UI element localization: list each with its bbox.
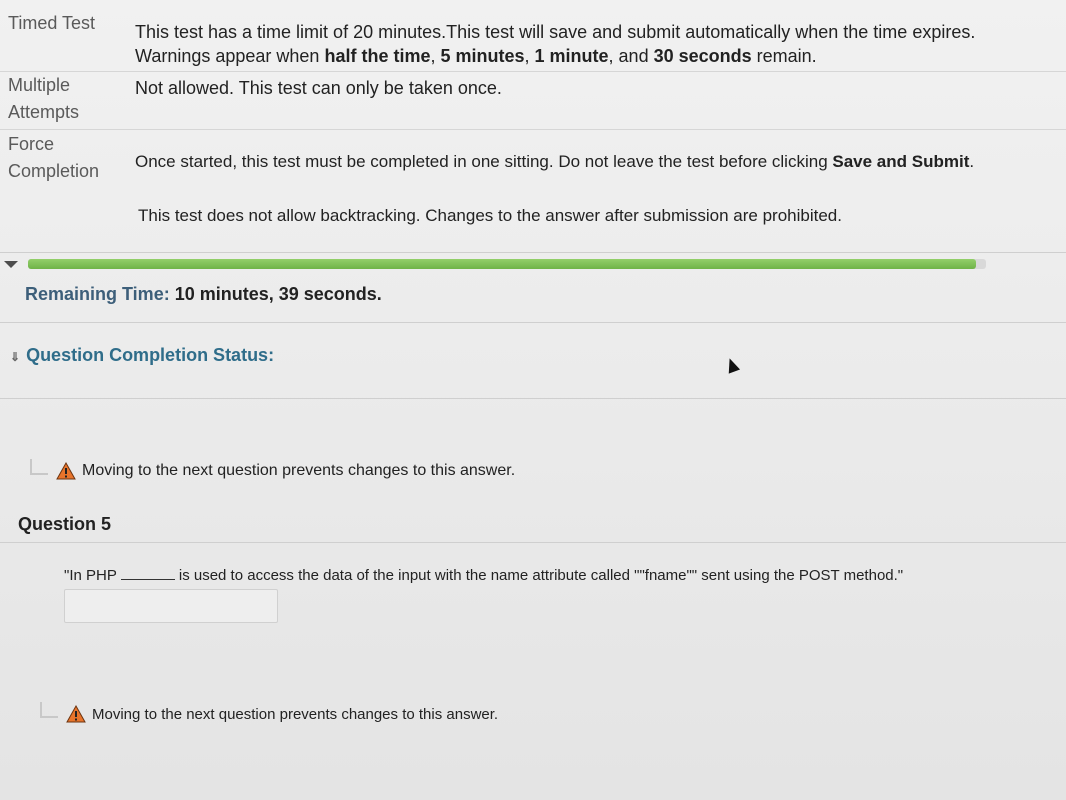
warning-triangle-icon [56,462,76,480]
force-completion-value: Once started, this test must be complete… [135,150,1055,174]
sep-3: , and [608,46,654,66]
caret-down-icon[interactable] [4,261,18,268]
arrow-hook-icon [40,702,58,718]
warning-text: Moving to the next question prevents cha… [92,705,499,723]
question-text-end: is used to access the data of the input … [178,567,904,584]
test-page: Timed Test This test has a time limit of… [0,0,1066,800]
multiple-attempts-value: Not allowed. This test can only be taken… [135,78,502,98]
info-row-multiple-attempts: Multiple Attempts Not allowed. This test… [0,72,1066,130]
question-text-start: "In PHP [64,567,117,584]
double-chevron-icon: ⇓ [10,350,21,364]
warning-triangle-icon [66,705,86,723]
warn-half-time: half the time [324,46,431,66]
arrow-hook-icon [30,459,48,475]
force-completion-label-line1: Force [8,134,55,154]
save-and-submit-ref: Save and Submit [832,152,970,171]
remaining-time-label: Remaining Time: [25,284,170,304]
question-text: "In PHP is used to access the data of the… [64,567,903,584]
fill-in-blank [120,579,175,580]
force-completion-text: Once started, this test must be complete… [135,152,833,171]
multiple-attempts-label-line1: Multiple [8,75,71,95]
warn-30-seconds: 30 seconds [653,46,752,66]
warnings-text: Warnings appear when [135,46,325,66]
sep-1: , [430,46,441,66]
warn-5-minutes: 5 minutes [440,46,525,66]
multiple-attempts-label-line2: Attempts [8,102,80,122]
divider [0,398,1066,399]
warnings-end: remain. [751,46,817,66]
warning-message-top: Moving to the next question prevents cha… [30,459,516,480]
backtracking-value: This test does not allow backtracking. C… [138,206,842,225]
divider [0,322,1066,323]
force-completion-label-line2: Completion [8,161,100,181]
multiple-attempts-label: Multiple Attempts [8,72,79,126]
time-progress-fill [28,259,977,269]
warn-1-minute: 1 minute [534,46,609,66]
time-progress-track [28,259,986,269]
sep-2: , [524,46,535,66]
warning-text: Moving to the next question prevents cha… [82,462,516,479]
question-completion-status-label: Question Completion Status: [26,345,275,365]
remaining-time: Remaining Time: 10 minutes, 39 seconds. [25,284,382,305]
info-row-backtracking: This test does not allow backtracking. C… [0,192,1066,240]
question-title: Question 5 [18,514,112,534]
question-divider [0,542,1066,543]
info-row-timed-test: Timed Test This test has a time limit of… [0,0,1066,72]
info-row-force-completion: Force Completion Once started, this test… [0,130,1066,192]
answer-input[interactable] [64,589,278,623]
timed-test-line1: This test has a time limit of 20 minutes… [135,22,976,42]
timed-test-label: Timed Test [8,13,96,33]
force-completion-label: Force Completion [8,131,99,185]
mouse-cursor-icon [723,356,741,374]
remaining-time-value: 10 minutes, 39 seconds. [174,284,382,304]
timed-test-value: This test has a time limit of 20 minutes… [135,20,1055,68]
timer-bar [0,252,1066,272]
warning-message-bottom: Moving to the next question prevents cha… [40,702,499,723]
timed-test-line2: Warnings appear when half the time, 5 mi… [135,44,1055,68]
question-completion-status-toggle[interactable]: ⇓ Question Completion Status: [10,345,274,366]
force-completion-end: . [969,152,975,171]
